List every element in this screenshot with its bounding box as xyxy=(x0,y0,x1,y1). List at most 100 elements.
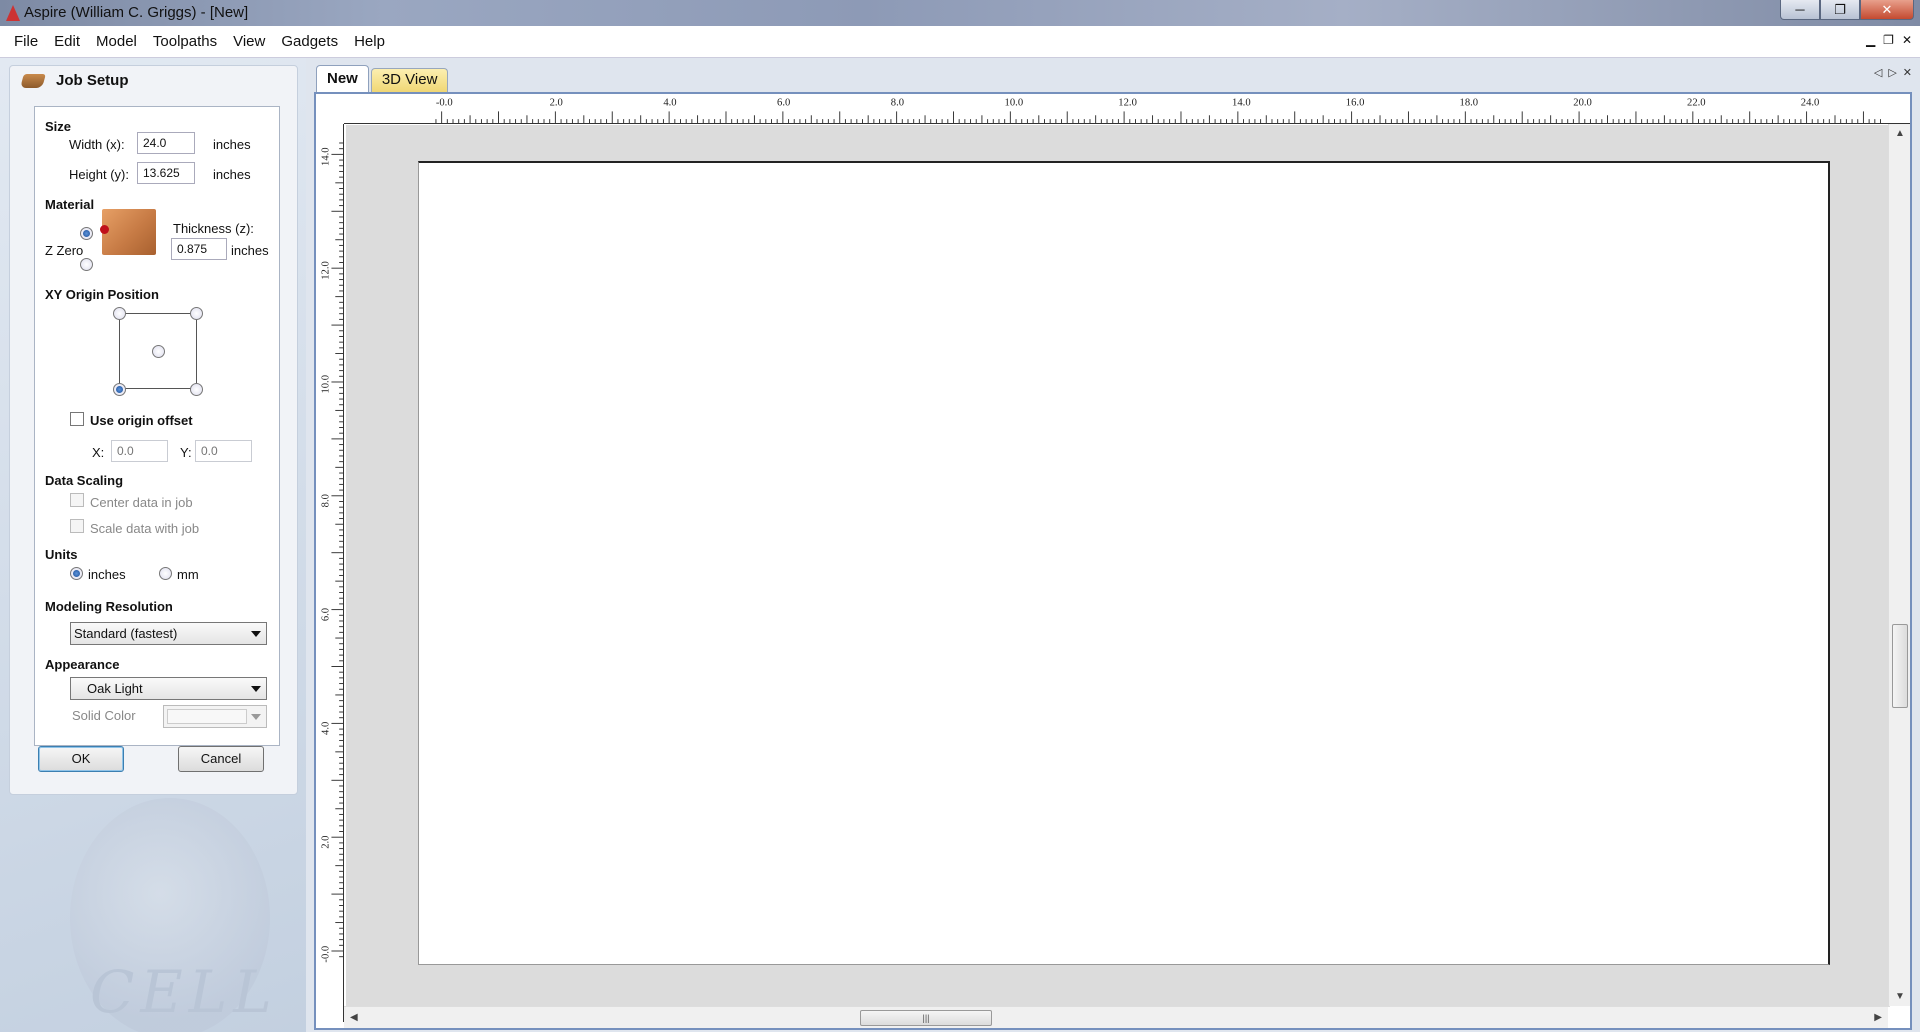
v-ruler-label: 10.0 xyxy=(321,375,332,394)
use-origin-offset-checkbox[interactable] xyxy=(70,412,84,426)
zzero-top-radio[interactable] xyxy=(80,227,93,240)
origin-center-radio[interactable] xyxy=(152,345,165,358)
scroll-right-icon[interactable]: ▶ xyxy=(1874,1012,1882,1023)
scroll-grip-icon: ||| xyxy=(922,1013,930,1023)
h-ruler-label: 18.0 xyxy=(1460,98,1479,109)
size-heading: Size xyxy=(45,119,72,134)
h-ruler-label: 8.0 xyxy=(891,98,904,109)
h-ruler-label: 10.0 xyxy=(1005,98,1024,109)
origin-top-right-radio[interactable] xyxy=(190,307,203,320)
job-setup-panel: Job Setup Size Width (x): inches Height … xyxy=(9,65,298,795)
mdi-restore-button[interactable]: ❐ xyxy=(1883,33,1894,47)
menu-model[interactable]: Model xyxy=(88,26,145,58)
offset-x-input[interactable] xyxy=(111,440,168,462)
panel-title: Job Setup xyxy=(56,72,129,89)
width-input[interactable] xyxy=(137,132,195,154)
origin-bottom-left-radio[interactable] xyxy=(113,383,126,396)
appearance-heading: Appearance xyxy=(45,657,120,672)
tab-close-icon[interactable]: ✕ xyxy=(1903,66,1912,79)
minimize-button[interactable]: ─ xyxy=(1780,0,1820,20)
h-ruler-label: 16.0 xyxy=(1346,98,1365,109)
horizontal-scroll-thumb[interactable]: ||| xyxy=(860,1010,992,1026)
solid-color-swatch xyxy=(167,709,247,724)
origin-bottom-right-radio[interactable] xyxy=(190,383,203,396)
xy-origin-heading: XY Origin Position xyxy=(45,287,159,302)
zzero-bottom-radio[interactable] xyxy=(80,258,93,271)
menu-toolpaths[interactable]: Toolpaths xyxy=(145,26,225,58)
menu-bar: File Edit Model Toolpaths View Gadgets H… xyxy=(0,26,1920,58)
h-ruler-label: 6.0 xyxy=(777,98,790,109)
scale-data-label: Scale data with job xyxy=(90,521,200,536)
zzero-marker-icon xyxy=(100,225,109,234)
h-ruler-label: 24.0 xyxy=(1801,98,1820,109)
menu-view[interactable]: View xyxy=(225,26,273,58)
tab-3d-view[interactable]: 3D View xyxy=(370,68,449,92)
job-setup-form: Size Width (x): inches Height (y): inche… xyxy=(34,106,280,746)
v-ruler-label: 12.0 xyxy=(321,261,332,280)
units-inches-label: inches xyxy=(88,567,126,582)
drawing-canvas[interactable] xyxy=(346,125,1890,1007)
solid-color-label: Solid Color xyxy=(72,708,136,723)
title-bar: Aspire (William C. Griggs) - [New] ─ ❐ ✕ xyxy=(0,0,1920,26)
vertical-scroll-thumb[interactable] xyxy=(1892,624,1908,708)
ok-button[interactable]: OK xyxy=(38,746,124,772)
vertical-ruler: 14.0 12.0 10.0 8.0 6.0 4.0 2.0 -0.0 xyxy=(316,124,344,1022)
horizontal-scrollbar[interactable]: ◀ ||| ▶ xyxy=(344,1006,1888,1028)
mdi-minimize-button[interactable]: ▁ xyxy=(1866,33,1875,47)
menu-file[interactable]: File xyxy=(6,26,46,58)
scale-data-checkbox[interactable] xyxy=(70,519,84,533)
thickness-unit: inches xyxy=(231,243,269,258)
solid-color-select[interactable] xyxy=(163,705,267,728)
tab-navigation: ◁ ▷ ✕ xyxy=(1874,66,1912,79)
view-tabs: New 3D View xyxy=(316,64,449,92)
use-origin-offset-label: Use origin offset xyxy=(90,413,193,428)
units-mm-radio[interactable] xyxy=(159,567,172,580)
appearance-select[interactable]: Oak Light xyxy=(70,677,267,700)
h-ruler-label: -0.0 xyxy=(436,98,453,109)
2d-view: -0.0 2.0 4.0 6.0 8.0 10.0 12.0 14.0 16.0 18.0 20.0… xyxy=(314,92,1912,1030)
main-area: New 3D View ◁ ▷ ✕ -0.0 2.0 4.0 6.0 8.0 10.0 12… xyxy=(306,58,1920,1032)
height-label: Height (y): xyxy=(69,167,129,182)
h-ruler-label: 14.0 xyxy=(1232,98,1251,109)
h-ruler-label: 2.0 xyxy=(550,98,563,109)
background-carving-lettering: CELL xyxy=(90,958,278,1026)
thickness-input[interactable] xyxy=(171,238,227,260)
h-ruler-label: 4.0 xyxy=(663,98,676,109)
vertical-scrollbar[interactable]: ▲ ▼ xyxy=(1888,124,1910,1006)
scroll-up-icon[interactable]: ▲ xyxy=(1895,128,1905,139)
material-block-image xyxy=(102,209,156,255)
tab-prev-icon[interactable]: ◁ xyxy=(1874,66,1882,79)
offset-x-label: X: xyxy=(92,445,105,460)
maximize-button[interactable]: ❐ xyxy=(1820,0,1860,20)
h-ruler-label: 12.0 xyxy=(1118,98,1137,109)
height-unit: inches xyxy=(213,167,251,182)
units-heading: Units xyxy=(45,547,78,562)
horizontal-ruler: -0.0 2.0 4.0 6.0 8.0 10.0 12.0 14.0 16.0 18.0 20.0… xyxy=(344,94,1910,124)
v-ruler-label: 8.0 xyxy=(321,494,332,507)
units-inches-radio[interactable] xyxy=(70,567,83,580)
appearance-value: Oak Light xyxy=(87,681,143,696)
tab-next-icon[interactable]: ▷ xyxy=(1888,66,1896,79)
offset-y-input[interactable] xyxy=(195,440,252,462)
mdi-close-button[interactable]: ✕ xyxy=(1902,33,1912,47)
cancel-button[interactable]: Cancel xyxy=(178,746,264,772)
job-setup-icon xyxy=(20,73,46,88)
origin-top-left-radio[interactable] xyxy=(113,307,126,320)
close-button[interactable]: ✕ xyxy=(1860,0,1914,20)
resolution-heading: Modeling Resolution xyxy=(45,599,173,614)
data-scaling-heading: Data Scaling xyxy=(45,473,124,488)
offset-y-label: Y: xyxy=(180,445,192,460)
units-mm-label: mm xyxy=(177,567,199,582)
menu-edit[interactable]: Edit xyxy=(46,26,88,58)
scroll-left-icon[interactable]: ◀ xyxy=(350,1012,358,1023)
scroll-down-icon[interactable]: ▼ xyxy=(1895,991,1905,1002)
resolution-value: Standard (fastest) xyxy=(74,626,178,641)
height-input[interactable] xyxy=(137,162,195,184)
resolution-select[interactable]: Standard (fastest) xyxy=(70,622,267,645)
menu-gadgets[interactable]: Gadgets xyxy=(273,26,346,58)
center-data-label: Center data in job xyxy=(90,495,193,510)
tab-new[interactable]: New xyxy=(316,65,369,92)
center-data-checkbox[interactable] xyxy=(70,493,84,507)
menu-help[interactable]: Help xyxy=(346,26,393,58)
app-icon xyxy=(6,5,20,21)
